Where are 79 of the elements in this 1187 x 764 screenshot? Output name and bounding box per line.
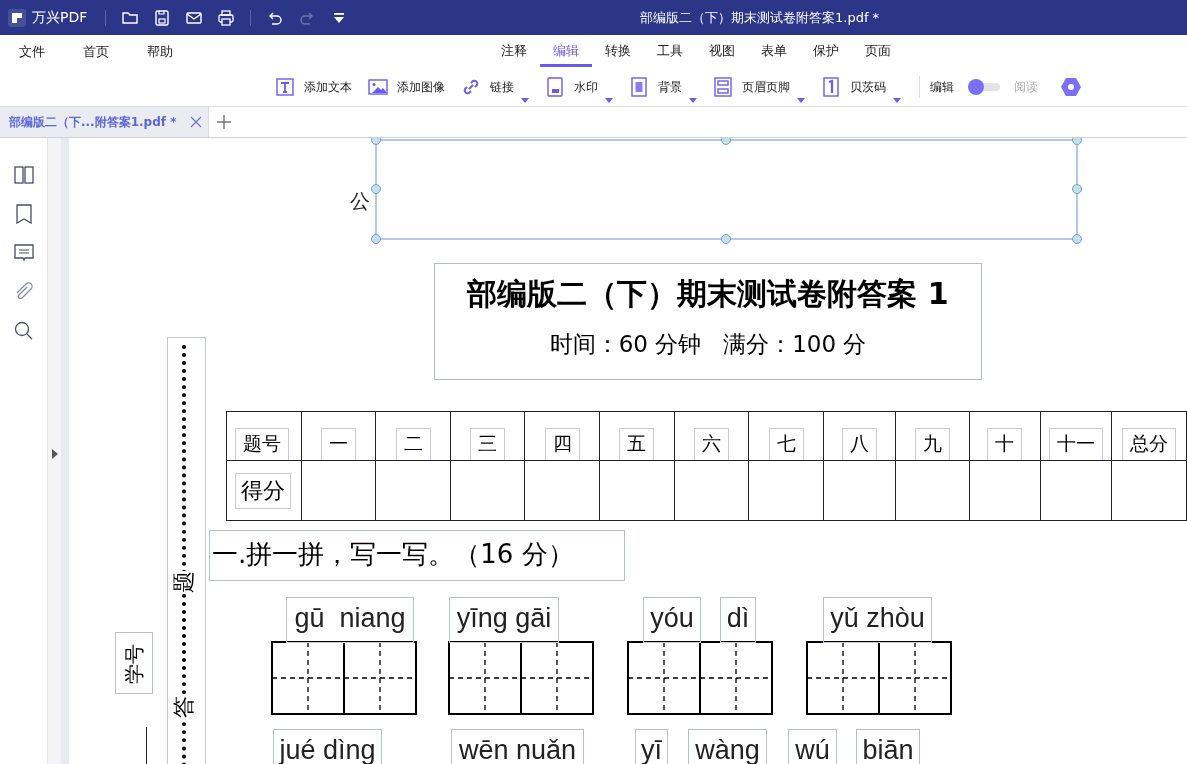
pinyin-label: yī [635,729,668,764]
pinyin-label: yóu [643,597,701,643]
number-icon [821,77,841,97]
header-footer-icon [713,77,733,97]
window-title: 部编版二（下）期末测试卷附答案1.pdf * [640,9,880,27]
ribbon-tab[interactable]: 注释 [488,37,540,67]
menu-item[interactable]: 首页 [64,42,128,61]
ribbon-tab[interactable]: 保护 [800,37,852,67]
student-id-label: 学号 [120,643,147,683]
caret-icon [689,98,697,103]
table-header-cell: 五 [619,428,655,460]
search-icon[interactable] [13,321,34,341]
expand-arrow-icon[interactable] [52,449,58,459]
tool-button[interactable]: 背景 [629,77,697,97]
pinyin-label: wēn nuǎn [451,729,584,764]
ribbon-tab[interactable]: 表单 [748,37,800,67]
bookmark-icon[interactable] [13,204,34,224]
pinyin-label: yǔ zhòu [823,597,932,643]
pinyin-label: gū niang [286,597,414,643]
row-label: 得分 [235,472,291,509]
hexagon-icon[interactable] [1060,76,1082,98]
print-icon[interactable] [217,8,236,27]
close-icon[interactable] [190,116,203,128]
save-icon[interactable] [153,8,172,27]
text-box-icon [275,77,295,97]
exam-subtitle: 时间：60 分钟 满分：100 分 [549,330,867,359]
add-tab-icon[interactable] [216,114,233,130]
image-icon [368,77,388,97]
section-heading: 一.拼一拼，写一写。（16 分） [209,530,625,581]
table-header-cell: 九 [915,428,951,460]
menu-item[interactable]: 文件 [0,42,64,61]
pinyin-label: wàng [688,729,767,764]
ribbon-tab[interactable]: 转换 [592,37,644,67]
comment-icon[interactable] [13,243,34,263]
table-header-cell: 八 [842,428,878,460]
table-header-cell: 十一 [1049,428,1103,460]
caret-icon [893,98,901,103]
table-header-cell: 七 [768,428,804,460]
document-tab[interactable]: 部编版二（下...附答案1.pdf * [0,107,210,137]
background-icon [629,77,649,97]
tool-button[interactable]: 添加文本 [275,77,352,97]
mode-toggle[interactable] [968,79,1002,95]
page-text: 公 [350,188,370,215]
table-header-cell: 六 [693,428,729,460]
pinyin-label: biān [856,729,920,764]
pinyin-label: yīng gāi [449,597,559,643]
ribbon-tab[interactable]: 页面 [852,37,904,67]
tool-button[interactable]: 页眉页脚 [713,77,805,97]
table-header-cell: 十 [987,428,1023,460]
thumbnails-icon[interactable] [13,165,34,185]
tool-button[interactable]: 添加图像 [368,77,445,97]
table-header-cell: 四 [544,428,580,460]
caret-icon [521,98,529,103]
tool-button[interactable]: 水印 [545,77,613,97]
tool-button[interactable]: 贝茨码 [821,77,901,97]
ribbon-tab[interactable]: 编辑 [540,37,592,67]
table-header-cell: 题号 [235,428,289,460]
table-header-cell: 二 [395,428,431,460]
caret-icon [605,98,613,103]
watermark-icon [545,77,565,97]
pinyin-label: jué dìng [273,729,382,764]
margin-text: 答 [173,696,195,718]
exam-title: 部编版二（下）期末测试卷附答案 1 [467,275,949,313]
ribbon-tab[interactable]: 视图 [696,37,748,67]
table-header-cell: 一 [320,428,356,460]
read-mode-label: 阅读 [1014,78,1038,96]
pinyin-label: wú [788,729,837,764]
tool-button[interactable]: 链接 [461,77,529,97]
menu-item[interactable]: 帮助 [128,42,192,61]
caret-icon [797,98,805,103]
table-header-cell: 三 [470,428,506,460]
table-header-cell: 总分 [1122,428,1177,460]
link-icon [461,77,481,97]
app-name: 万兴PDF [32,8,88,27]
edit-mode-label: 编辑 [930,78,954,96]
ribbon-tab[interactable]: 工具 [644,37,696,67]
app-logo-icon [8,8,26,27]
margin-text: 题 [173,571,195,593]
pinyin-label: dì [720,597,756,643]
